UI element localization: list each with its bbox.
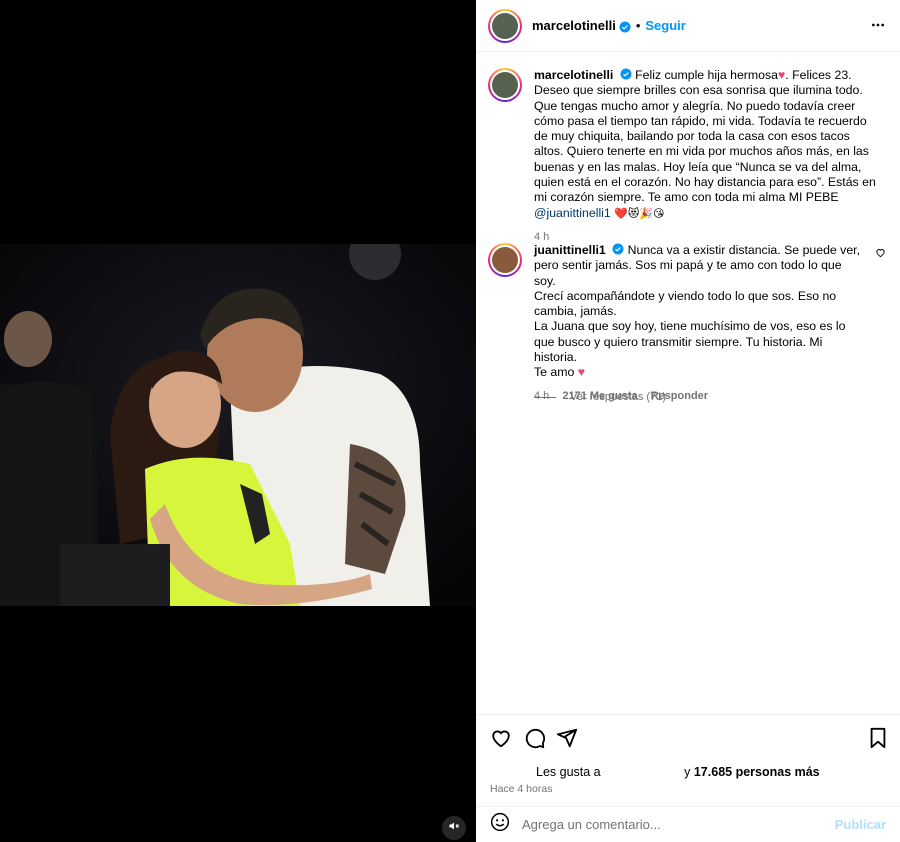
caption-username[interactable]: marcelotinelli — [534, 68, 613, 82]
view-replies-button[interactable]: Ver respuestas (71) — [534, 391, 666, 403]
post-details-panel: marcelotinelli • Seguir marcelotinelli F… — [476, 0, 900, 842]
post-actions-bar: Les gusta a y 17.685 personas más Hace 4… — [476, 714, 900, 806]
emoji-smiley-icon[interactable] — [490, 812, 510, 837]
likes-and: y — [684, 765, 691, 779]
author-username[interactable]: marcelotinelli — [532, 18, 616, 33]
caption-text-cont: . Felices 23. Deseo que siempre brilles … — [534, 68, 876, 205]
caption-emojis: ❤️😻🎉😘 — [614, 207, 665, 220]
reply-avatar[interactable] — [488, 243, 522, 277]
reply-text-4: Te amo — [534, 365, 575, 380]
reply-text-2: Crecí acompañándote y viendo todo lo que… — [534, 288, 837, 319]
add-comment-bar: Publicar — [476, 806, 900, 842]
save-bookmark-icon[interactable] — [868, 727, 888, 754]
reply-username[interactable]: juanittinelli1 — [534, 243, 606, 257]
comments-section[interactable]: marcelotinelli Feliz cumple hija hermosa… — [476, 53, 900, 713]
photo-illustration — [0, 244, 476, 606]
comment-bubble-icon[interactable] — [524, 727, 546, 754]
comment-input[interactable] — [522, 817, 822, 832]
post-time-ago: Hace 4 horas — [490, 783, 553, 795]
share-send-icon[interactable] — [556, 727, 578, 754]
more-options-icon[interactable] — [870, 17, 886, 38]
mention-link[interactable]: @juanittinelli1 — [534, 206, 611, 220]
post-photo — [0, 244, 476, 606]
author-avatar[interactable] — [488, 8, 522, 43]
follow-button[interactable]: Seguir — [645, 18, 685, 33]
verified-badge-icon — [612, 243, 624, 255]
caption-avatar[interactable] — [488, 68, 522, 102]
likes-prefix: Les gusta a — [536, 765, 601, 779]
caption-text: Feliz cumple hija hermosa — [635, 68, 778, 82]
separator-dot: • — [635, 18, 641, 33]
replies-line — [534, 396, 556, 398]
post-media[interactable] — [0, 0, 476, 842]
mute-button[interactable] — [442, 816, 466, 840]
like-heart-icon[interactable] — [490, 727, 512, 754]
verified-badge-icon — [620, 68, 632, 80]
caption-time: 4 h — [534, 230, 550, 243]
publish-button[interactable]: Publicar — [835, 817, 886, 832]
like-comment-heart-icon[interactable] — [875, 245, 886, 263]
likes-summary[interactable]: Les gusta a y 17.685 personas más — [536, 765, 820, 779]
reply-text-3: La Juana que soy hoy, tiene muchísimo de… — [534, 319, 846, 365]
heart-emoji-icon: ♥ — [577, 365, 586, 380]
likes-count[interactable]: 17.685 personas más — [694, 765, 820, 779]
verified-badge-icon — [619, 20, 631, 32]
post-header: marcelotinelli • Seguir — [476, 0, 900, 52]
speaker-muted-icon — [448, 819, 460, 837]
view-replies-label: Ver respuestas (71) — [570, 391, 666, 403]
